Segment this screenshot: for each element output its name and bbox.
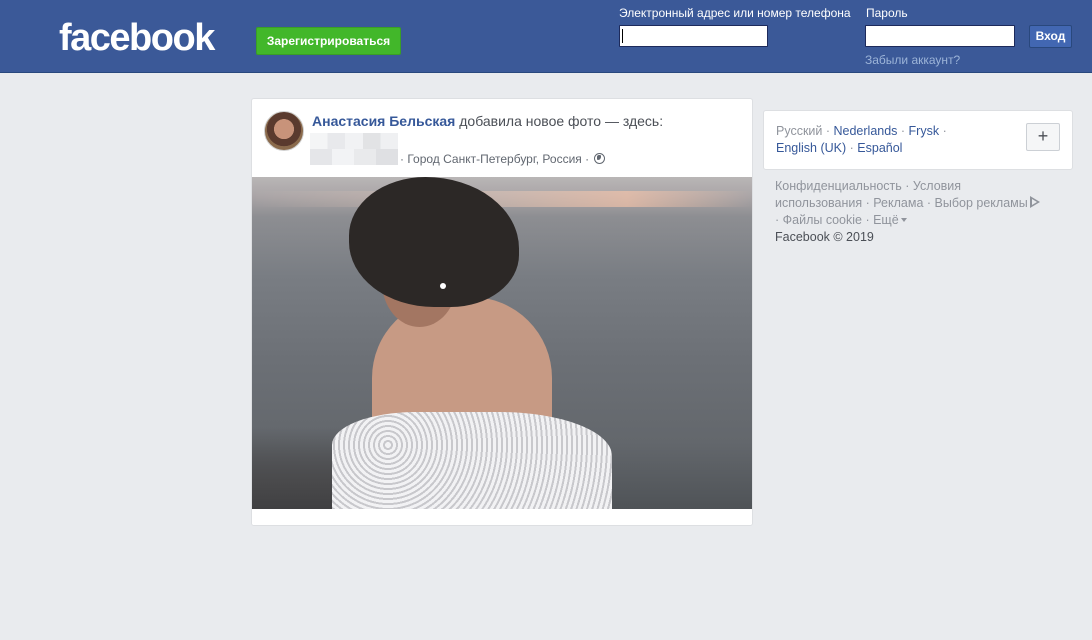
photo-horizon [252,191,752,207]
forgot-account-link[interactable]: Забыли аккаунт? [865,53,960,68]
top-bar: facebook Зарегистрироваться Электронный … [0,0,1092,73]
footer-ad-choices-link[interactable]: Выбор рекламы [935,196,1028,210]
post-author-link[interactable]: Анастасия Бельская [312,113,455,129]
text-cursor [622,29,623,43]
language-link-espanol[interactable]: Español [857,141,902,155]
footer-terms-link[interactable]: Условия [913,179,961,193]
footer-more-link[interactable]: Ещё [873,213,899,227]
language-row-1: Русский · Nederlands · Frysk · [776,124,947,138]
plus-icon: + [1037,126,1049,146]
copyright: Facebook © 2019 [775,230,874,244]
footer-terms-link-continued[interactable]: использования [775,196,862,210]
login-button[interactable]: Вход [1029,25,1072,48]
globe-icon[interactable] [594,153,606,164]
facebook-logo[interactable]: facebook [59,14,215,62]
avatar[interactable] [264,111,304,151]
language-row-2: English (UK) · Español [776,141,903,155]
post-footer-space [252,509,752,525]
post-location: · Город Санкт-Петербург, Россия · [400,152,606,167]
language-selector: Русский · Nederlands · Frysk · English (… [763,110,1073,170]
language-link-nederlands[interactable]: Nederlands [834,124,898,138]
location-text: · Город Санкт-Петербург, Россия · [400,152,590,166]
password-field[interactable] [865,25,1015,47]
photo-earring [440,283,446,289]
email-label: Электронный адрес или номер телефона [619,6,851,20]
photo-lace-dress [332,412,612,509]
email-field[interactable] [619,25,768,47]
language-current: Русский [776,124,823,138]
post-card: Анастасия Бельская добавила новое фото —… [251,98,753,526]
signup-button[interactable]: Зарегистрироваться [256,27,401,55]
password-label: Пароль [866,6,908,20]
post-headline: Анастасия Бельская добавила новое фото —… [312,112,663,130]
chevron-down-icon [900,218,907,222]
footer-cookies-link[interactable]: Файлы cookie [783,213,862,227]
language-link-english-uk[interactable]: English (UK) [776,141,846,155]
blurred-place-name [310,133,398,165]
footer-ads-link[interactable]: Реклама [873,196,923,210]
post-photo[interactable] [252,177,752,509]
footer-privacy-link[interactable]: Конфиденциальность [775,179,902,193]
footer-links: Конфиденциальность · Условия использован… [775,178,1075,246]
post-action-text: добавила новое фото — здесь: [455,113,664,129]
ad-choices-icon [1029,196,1040,208]
more-languages-button[interactable]: + [1026,123,1060,151]
language-link-frysk[interactable]: Frysk [909,124,940,138]
